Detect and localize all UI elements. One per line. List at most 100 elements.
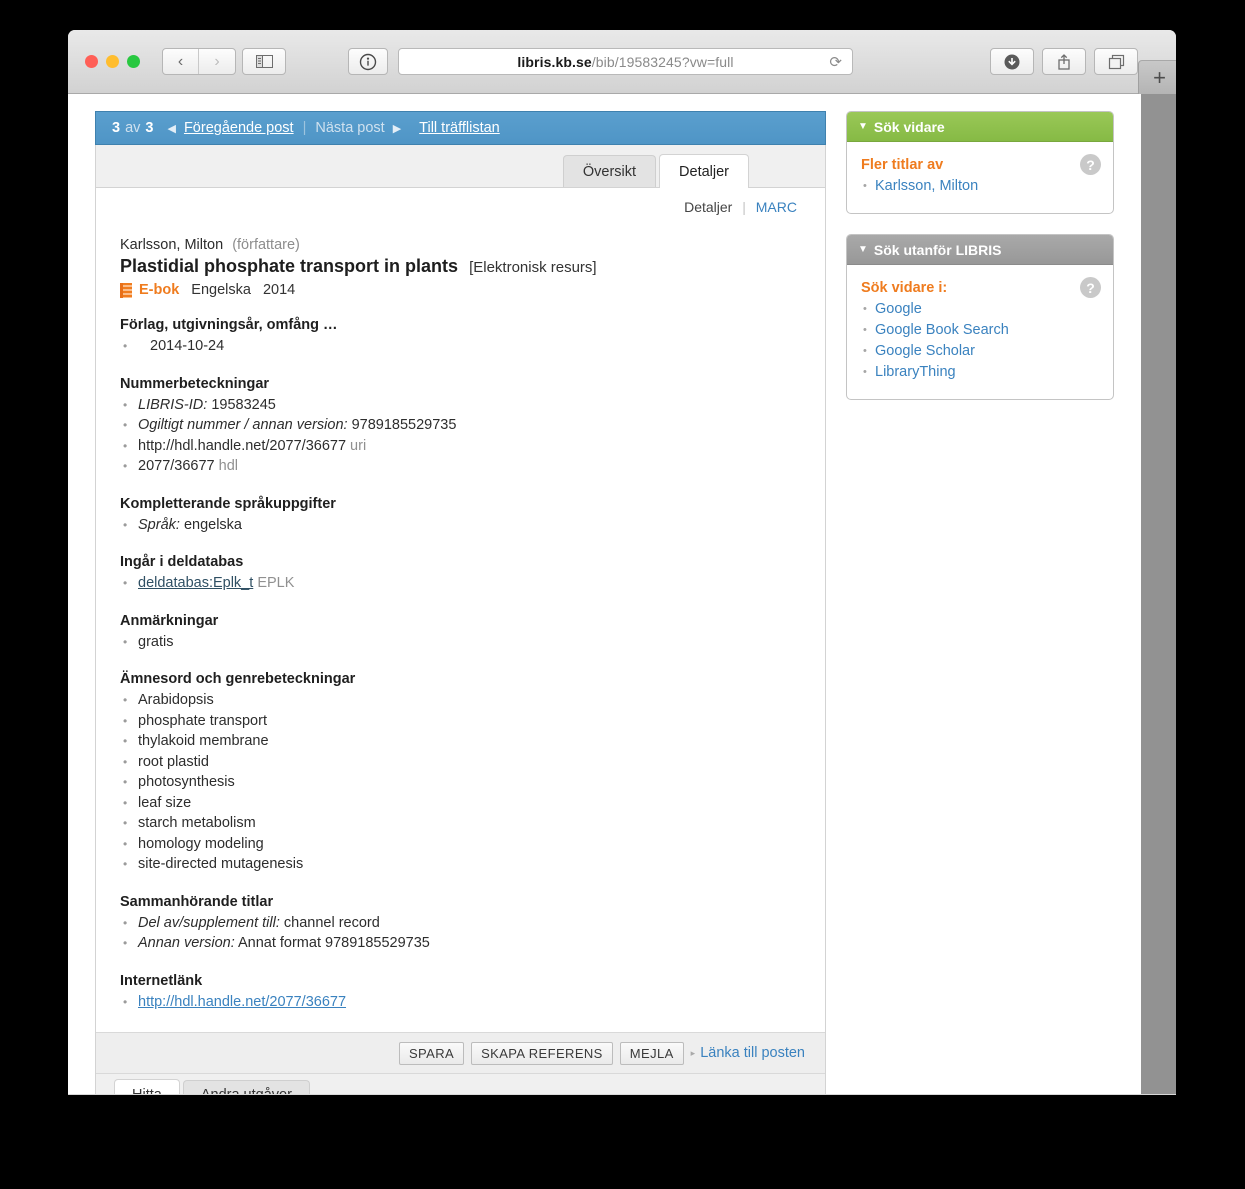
list-item: Karlsson, Milton <box>861 176 1099 197</box>
item-value: root plastid <box>138 753 209 770</box>
section-heading: Internetlänk <box>120 972 203 989</box>
panel-subtitle: Sök vidare i: <box>861 280 948 296</box>
item-qualifier: EPLK <box>257 575 295 591</box>
show-all-tabs-button[interactable] <box>1094 48 1138 75</box>
chevron-right-icon: › <box>214 52 220 70</box>
list-item: deldatabas:Eplk_t EPLK <box>120 574 801 594</box>
item-label: Ogiltigt nummer / annan version: <box>138 417 348 433</box>
marc-view-link[interactable]: MARC <box>756 199 797 215</box>
list-item: leaf size <box>120 794 801 814</box>
prev-arrow-icon: ◀ <box>167 122 176 135</box>
create-reference-button[interactable]: SKAPA REFERENS <box>471 1041 613 1065</box>
record-navigation-bar: 3 av 3 ◀ Föregående post | Nästa post ▶ … <box>95 111 826 145</box>
section-heading: Ämnesord och genrebeteckningar <box>120 671 356 687</box>
list-item: http://hdl.handle.net/2077/36677 <box>120 993 801 1013</box>
panel-header[interactable]: ▼ Sök utanför LIBRIS <box>847 235 1113 265</box>
previous-record-link[interactable]: Föregående post <box>184 120 294 136</box>
deldatabas-link[interactable]: deldatabas:Eplk_t <box>138 575 253 591</box>
item-label: Annan version: <box>138 935 235 951</box>
next-record-link[interactable]: Nästa post <box>315 120 384 136</box>
item-value: gratis <box>138 633 174 650</box>
item-value: homology modeling <box>138 835 264 852</box>
list-item: starch metabolism <box>120 814 801 834</box>
section-deldatabas: Ingår i deldatabas deldatabas:Eplk_t EPL… <box>120 554 801 594</box>
list-item: LibraryThing <box>861 362 1099 383</box>
list-item: phosphate transport <box>120 712 801 732</box>
format-label: E-bok <box>139 282 180 298</box>
list-item: Del av/supplement till: channel record <box>120 914 801 934</box>
item-value: thylakoid membrane <box>138 733 269 749</box>
google-book-search-link[interactable]: Google Book Search <box>875 322 1009 338</box>
panel-body: ? Fler titlar av Karlsson, Milton <box>847 142 1113 213</box>
panel-title: Sök vidare <box>873 118 945 135</box>
librarything-link[interactable]: LibraryThing <box>875 364 956 380</box>
help-icon[interactable]: ? <box>1080 154 1101 175</box>
record-body: Karlsson, Milton (författare) Plastidial… <box>96 215 825 1012</box>
list-item: Google Book Search <box>861 320 1099 341</box>
web-page: 3 av 3 ◀ Föregående post | Nästa post ▶ … <box>68 94 1141 1094</box>
google-scholar-link[interactable]: Google Scholar <box>875 343 975 359</box>
email-button[interactable]: MEJLA <box>619 1041 684 1065</box>
tab-oversikt[interactable]: Översikt <box>562 155 657 187</box>
internet-link[interactable]: http://hdl.handle.net/2077/36677 <box>138 994 346 1010</box>
item-label: LIBRIS-ID: <box>138 396 208 413</box>
minimize-window-button[interactable] <box>106 55 119 68</box>
google-link[interactable]: Google <box>875 301 922 317</box>
help-icon[interactable]: ? <box>1080 277 1101 298</box>
reader-view-button[interactable] <box>348 48 388 75</box>
list-item: 2077/36677 hdl <box>120 457 801 477</box>
item-value: engelska <box>183 516 242 533</box>
item-value: channel record <box>283 914 380 931</box>
hitlist-link[interactable]: Till träfflistan <box>419 120 500 136</box>
holdings-tab-strip: Hitta Andra utgåvor <box>96 1073 825 1094</box>
scrollbar[interactable] <box>1141 94 1176 1094</box>
list-item: root plastid <box>120 753 801 773</box>
chevron-down-icon: ▼ <box>858 244 868 255</box>
downloads-button[interactable] <box>990 48 1034 75</box>
share-button[interactable] <box>1042 48 1086 75</box>
record-title: Plastidial phosphate transport in plants… <box>120 256 801 277</box>
item-value: leaf size <box>138 794 192 811</box>
section-heading: Anmärkningar <box>120 612 219 629</box>
detaljer-view-link[interactable]: Detaljer <box>684 199 732 215</box>
forward-button[interactable]: › <box>199 49 235 74</box>
address-bar[interactable]: libris.kb.se/bib/19583245?vw=full ⟳ <box>398 48 853 75</box>
year-label: 2014 <box>262 282 296 298</box>
view-tab-strip: Översikt Detaljer <box>96 145 825 188</box>
maximize-window-button[interactable] <box>127 55 140 68</box>
panel-link-list: Google Google Book Search Google Scholar… <box>861 299 1099 383</box>
panel-title: Sök utanför LIBRIS <box>873 241 1002 258</box>
permalink-link[interactable]: ▸ Länka till posten <box>691 1045 805 1061</box>
item-value: Annat format 9789185529735 <box>237 935 430 951</box>
panel-link-list: Karlsson, Milton <box>861 176 1099 197</box>
author-more-link[interactable]: Karlsson, Milton <box>875 178 978 194</box>
sidebar-toggle-button[interactable] <box>242 48 286 75</box>
record-format-line: E-bok Engelska 2014 <box>120 282 801 298</box>
tab-andra-utgavor[interactable]: Andra utgåvor <box>182 1080 310 1094</box>
save-button[interactable]: SPARA <box>398 1041 465 1065</box>
record-index: 3 <box>112 120 121 136</box>
author-name[interactable]: Karlsson, Milton <box>120 237 223 253</box>
list-item: photosynthesis <box>120 773 801 793</box>
section-internetlank: Internetlänk http://hdl.handle.net/2077/… <box>120 973 801 1013</box>
close-window-button[interactable] <box>85 55 98 68</box>
next-arrow-icon: ▶ <box>392 122 402 135</box>
section-list: 2014-10-24 <box>120 337 801 357</box>
reload-icon[interactable]: ⟳ <box>829 53 842 71</box>
record-author: Karlsson, Milton (författare) <box>120 237 801 253</box>
title-text: Plastidial phosphate transport in plants <box>120 256 459 276</box>
back-button[interactable]: ‹ <box>163 49 200 74</box>
section-heading: Kompletterande språkuppgifter <box>120 495 336 512</box>
panel-header[interactable]: ▼ Sök vidare <box>847 112 1113 142</box>
panel-body: ? Sök vidare i: Google Google Book Searc… <box>847 265 1113 399</box>
item-value: starch metabolism <box>138 815 256 831</box>
section-nummerbeteckningar: Nummerbeteckningar LIBRIS-ID: 19583245 O… <box>120 376 801 477</box>
sidebar-rail: ▼ Sök vidare ? Fler titlar av Karlsson, … <box>846 111 1114 420</box>
tab-hitta[interactable]: Hitta <box>114 1079 180 1094</box>
item-qualifier: uri <box>350 437 367 454</box>
section-list: Del av/supplement till: channel record A… <box>120 914 801 954</box>
language-label: Engelska <box>191 282 251 298</box>
tab-detaljer[interactable]: Detaljer <box>659 154 749 188</box>
record-action-bar: SPARA SKAPA REFERENS MEJLA ▸ Länka till … <box>96 1032 825 1073</box>
new-tab-button[interactable]: + <box>1138 60 1176 94</box>
